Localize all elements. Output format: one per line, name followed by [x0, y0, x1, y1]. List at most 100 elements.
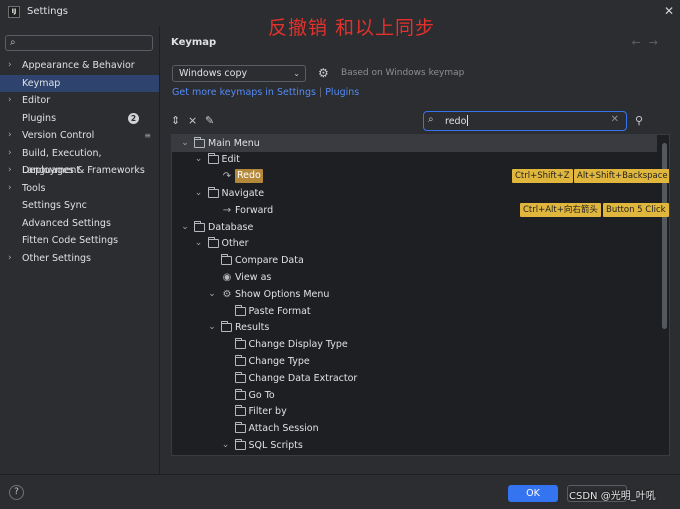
- sidebar-item-tools[interactable]: › Tools: [0, 180, 159, 198]
- sidebar-item-label: Other Settings: [22, 252, 91, 264]
- chevron-down-icon[interactable]: ⌄: [180, 135, 190, 152]
- shortcut-badge: Alt+Shift+Backspace: [574, 169, 669, 184]
- chevron-down-icon[interactable]: ⌄: [194, 235, 204, 252]
- chevron-down-icon[interactable]: ⌄: [180, 219, 190, 236]
- folder-icon: [234, 304, 246, 316]
- tree-row-label: Change Data Extractor: [248, 372, 358, 384]
- expand-all-icon[interactable]: ⇕: [171, 114, 180, 127]
- shortcut-badge: Ctrl+Alt+向右箭头: [520, 202, 601, 217]
- close-icon[interactable]: ✕: [664, 4, 674, 18]
- sidebar-item-editor[interactable]: › Editor: [0, 92, 159, 110]
- tree-row-label: Navigate: [221, 187, 265, 199]
- tree-row[interactable]: ↷ Redo Ctrl+Shift+Z Alt+Shift+Backspace: [172, 168, 669, 185]
- chevron-down-icon[interactable]: ⌄: [207, 286, 217, 303]
- sidebar-item-plugins[interactable]: Plugins 2: [0, 110, 159, 128]
- tree-row[interactable]: Filter by: [172, 403, 657, 420]
- sidebar-item-label: Version Control: [22, 130, 95, 141]
- redo-icon: ↷: [222, 171, 232, 183]
- intellij-app-icon: IJ: [8, 6, 20, 18]
- tree-row[interactable]: Change Type: [172, 353, 657, 370]
- chevron-down-icon[interactable]: ⌄: [194, 185, 204, 202]
- tree-row-label: Show Options Menu: [235, 288, 330, 300]
- tree-row[interactable]: ⌄ Other: [172, 235, 657, 252]
- help-icon[interactable]: ?: [9, 485, 24, 500]
- dialog-footer: ? OK CSDN @光明_叶吼: [0, 474, 680, 509]
- folder-icon: [194, 220, 205, 232]
- settings-nav-list: › Appearance & Behavior Keymap › Editor Plugi…: [0, 57, 159, 267]
- tree-row[interactable]: ⌄ Edit: [172, 151, 657, 168]
- sidebar-item-advanced-settings[interactable]: Advanced Settings: [0, 215, 159, 233]
- tree-row-label: View as: [235, 271, 272, 283]
- get-more-keymaps-link[interactable]: Get more keymaps in Settings: [172, 87, 316, 98]
- clear-search-icon[interactable]: ✕: [611, 114, 619, 125]
- shortcut-badge: Ctrl+Shift+Z: [512, 169, 573, 184]
- tree-row[interactable]: Compare Data: [172, 252, 657, 269]
- tree-row-label: Change Type: [248, 355, 310, 367]
- sidebar-item-languages-frameworks[interactable]: › Languages & Frameworks: [0, 162, 159, 180]
- tree-row[interactable]: ⌄ ⚙ Show Options Menu: [172, 286, 657, 303]
- csdn-watermark: CSDN @光明_叶吼: [569, 491, 656, 502]
- tree-row[interactable]: Attach Session: [172, 420, 657, 437]
- back-forward-arrows[interactable]: ←→: [632, 36, 666, 49]
- folder-icon: [234, 371, 246, 383]
- sidebar-item-keymap[interactable]: Keymap: [0, 74, 159, 92]
- text-caret: [467, 115, 469, 126]
- sidebar-item-build-execution-deployment[interactable]: › Build, Execution, Deployment: [0, 145, 159, 177]
- tree-row[interactable]: Go To: [172, 387, 657, 404]
- tree-row-label: Compare Data: [235, 255, 304, 267]
- keymap-dropdown-value: Windows copy: [179, 68, 248, 79]
- keymap-panel: Keymap ←→ Windows copy ⌄ ⚙ Based on Wind…: [161, 26, 680, 474]
- link-separator: |: [318, 87, 323, 98]
- folder-icon: [207, 153, 219, 165]
- chevron-right-icon: ›: [8, 182, 12, 193]
- tree-row[interactable]: ◉ View as: [172, 269, 657, 286]
- tree-row-label: Attach Session: [248, 423, 319, 435]
- keymap-dropdown[interactable]: Windows copy ⌄: [172, 65, 306, 82]
- folder-icon: [207, 186, 219, 198]
- search-icon: ⌕: [428, 114, 434, 125]
- sidebar-item-label: Keymap: [22, 77, 61, 89]
- tree-row[interactable]: ⌄ Database: [172, 219, 657, 236]
- edit-icon[interactable]: ✎: [205, 114, 214, 127]
- tree-row-label: Database: [208, 221, 254, 233]
- sidebar-item-appearance-behavior[interactable]: › Appearance & Behavior: [0, 57, 159, 75]
- tree-row[interactable]: ⌄ Main Menu: [172, 135, 657, 152]
- chevron-down-icon[interactable]: ⌄: [221, 437, 231, 454]
- tree-row-label: Change Display Type: [248, 339, 348, 351]
- gear-icon: ⚙: [222, 288, 232, 300]
- ok-button[interactable]: OK: [508, 485, 558, 502]
- chevron-right-icon: ›: [8, 165, 12, 175]
- chevron-right-icon: ›: [8, 95, 12, 105]
- find-by-shortcut-icon[interactable]: ⚲: [635, 114, 643, 127]
- folder-icon: [234, 388, 246, 400]
- sidebar-item-version-control[interactable]: › Version Control ≡: [0, 127, 159, 145]
- sidebar-item-label: Fitten Code Settings: [22, 235, 119, 246]
- sidebar-item-other-settings[interactable]: › Other Settings: [0, 250, 159, 268]
- sidebar-item-label: Advanced Settings: [22, 217, 111, 229]
- plugins-link[interactable]: Plugins: [325, 87, 359, 98]
- sidebar-item-fitten-code-settings[interactable]: Fitten Code Settings: [0, 232, 159, 250]
- settings-sidebar: ⌕ › Appearance & Behavior Keymap › Editor Plu…: [0, 26, 160, 474]
- chevron-down-icon[interactable]: ⌄: [194, 151, 204, 168]
- tree-row[interactable]: ⌄ Navigate: [172, 185, 657, 202]
- folder-icon: [194, 136, 205, 148]
- folder-icon: [221, 321, 232, 333]
- tree-row[interactable]: ⌄ SQL Scripts: [172, 437, 657, 454]
- tree-row[interactable]: Change Display Type: [172, 336, 657, 353]
- folder-icon: [234, 438, 246, 450]
- keymap-tree: ⌄ Main Menu ⌄ Edit ↷ Redo Ctrl+Shift+Z Alt+Shif…: [171, 134, 670, 456]
- tree-row-label: Paste Format: [248, 305, 311, 317]
- tree-row[interactable]: → Forward Ctrl+Alt+向右箭头 Button 5 Click: [172, 202, 669, 219]
- collapse-all-icon[interactable]: ⨯: [188, 114, 197, 127]
- shortcut-badge: Button 5 Click: [603, 202, 669, 217]
- tree-row[interactable]: ⌄ Results: [172, 319, 657, 336]
- gear-icon[interactable]: ⚙: [318, 66, 329, 80]
- tree-row[interactable]: Paste Format: [172, 303, 657, 320]
- sidebar-item-settings-sync[interactable]: Settings Sync: [0, 197, 159, 215]
- keymap-search-input[interactable]: ⌕ redo ✕: [423, 111, 627, 131]
- tree-row-label: Results: [235, 322, 270, 334]
- tree-row[interactable]: Change Data Extractor: [172, 370, 657, 387]
- update-count-badge: 2: [128, 112, 139, 124]
- settings-search-input[interactable]: ⌕: [5, 35, 153, 51]
- chevron-down-icon[interactable]: ⌄: [207, 319, 217, 336]
